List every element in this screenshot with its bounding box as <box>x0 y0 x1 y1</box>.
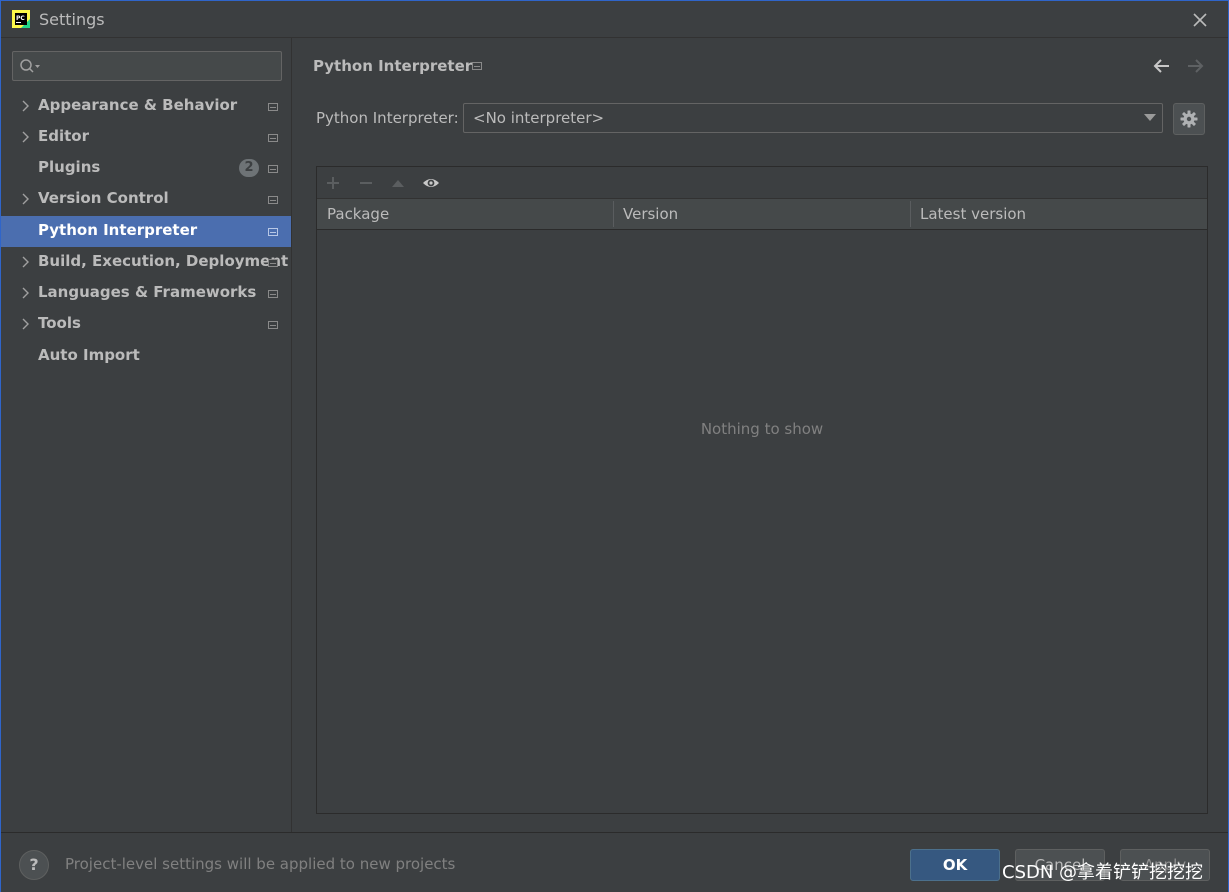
project-scope-icon <box>268 259 278 267</box>
arrow-right-icon[interactable] <box>1184 56 1206 76</box>
svg-text:PC: PC <box>16 15 25 22</box>
sidebar-item-label: Build, Execution, Deployment <box>38 252 289 270</box>
sidebar-item-version-control[interactable]: Version Control <box>1 184 291 215</box>
chevron-right-icon[interactable] <box>20 318 30 330</box>
sidebar-item-label: Auto Import <box>38 346 140 364</box>
chevron-right-icon[interactable] <box>20 256 30 268</box>
csdn-watermark: CSDN @拿着铲铲挖挖挖 <box>1002 862 1204 883</box>
project-scope-icon <box>268 165 278 173</box>
eye-icon[interactable] <box>421 173 441 193</box>
packages-table-header: Package Version Latest version <box>317 199 1207 230</box>
sidebar-item-label: Tools <box>38 314 81 332</box>
sidebar-item-label: Editor <box>38 127 89 145</box>
packages-panel: Package Version Latest version Nothing t… <box>316 166 1208 814</box>
ok-button[interactable]: OK <box>910 849 1000 881</box>
project-scope-icon <box>268 321 278 329</box>
page-title: Python Interpreter <box>313 57 473 75</box>
updates-count-badge: 2 <box>239 159 259 177</box>
dropdown-arrow-icon <box>1144 114 1156 121</box>
chevron-right-icon[interactable] <box>20 100 30 112</box>
column-header-version[interactable]: Version <box>623 199 678 229</box>
sidebar-item-tools[interactable]: Tools <box>1 309 291 340</box>
project-scope-icon <box>268 290 278 298</box>
packages-toolbar <box>317 167 1207 199</box>
settings-content: Python Interpreter Python Interpreter: <… <box>292 38 1228 832</box>
sidebar-item-python-interpreter[interactable]: Python Interpreter <box>1 216 291 247</box>
pycharm-logo-icon: PC <box>12 10 30 28</box>
gear-icon <box>1180 110 1198 128</box>
interpreter-settings-button[interactable] <box>1173 103 1205 135</box>
sidebar-item-plugins[interactable]: Plugins 2 <box>1 153 291 184</box>
project-scope-icon <box>268 196 278 204</box>
title-bar: PC Settings <box>1 1 1228 38</box>
chevron-right-icon[interactable] <box>20 287 30 299</box>
empty-table-message: Nothing to show <box>700 420 824 438</box>
remove-icon[interactable] <box>356 173 376 193</box>
sidebar-item-label: Languages & Frameworks <box>38 283 257 301</box>
sidebar-item-label: Version Control <box>38 189 169 207</box>
sidebar-item-auto-import[interactable]: Auto Import <box>1 341 291 372</box>
sidebar-item-build-execution-deployment[interactable]: Build, Execution, Deployment <box>1 247 291 278</box>
chevron-right-icon[interactable] <box>20 131 30 143</box>
settings-window: PC Settings Appearance & Behavior Editor <box>0 0 1229 892</box>
close-icon[interactable] <box>1189 9 1211 31</box>
interpreter-select[interactable]: <No interpreter> <box>463 103 1163 133</box>
interpreter-label: Python Interpreter: <box>316 109 459 127</box>
project-settings-note: Project-level settings will be applied t… <box>65 855 456 873</box>
sidebar-item-appearance-behavior[interactable]: Appearance & Behavior <box>1 91 291 122</box>
column-header-package[interactable]: Package <box>327 199 389 229</box>
project-scope-icon <box>268 228 278 236</box>
settings-sidebar: Appearance & Behavior Editor Plugins 2 V… <box>1 38 292 832</box>
sidebar-item-label: Python Interpreter <box>38 221 198 239</box>
column-divider[interactable] <box>910 201 911 227</box>
search-icon <box>20 59 40 73</box>
arrow-left-icon[interactable] <box>1151 56 1173 76</box>
project-scope-icon <box>268 103 278 111</box>
sidebar-item-editor[interactable]: Editor <box>1 122 291 153</box>
sidebar-item-label: Plugins <box>38 158 101 176</box>
project-scope-icon <box>268 134 278 142</box>
add-icon[interactable] <box>323 173 343 193</box>
chevron-right-icon[interactable] <box>20 193 30 205</box>
window-title: Settings <box>39 10 105 29</box>
help-button[interactable]: ? <box>19 850 49 880</box>
upgrade-arrow-icon[interactable] <box>388 173 408 193</box>
interpreter-value: <No interpreter> <box>473 109 605 127</box>
column-header-latest-version[interactable]: Latest version <box>920 199 1026 229</box>
column-divider[interactable] <box>613 201 614 227</box>
search-input[interactable] <box>47 55 279 77</box>
search-box[interactable] <box>12 51 282 81</box>
sidebar-item-languages-frameworks[interactable]: Languages & Frameworks <box>1 278 291 309</box>
sidebar-item-label: Appearance & Behavior <box>38 96 238 114</box>
project-scope-icon <box>472 62 482 70</box>
